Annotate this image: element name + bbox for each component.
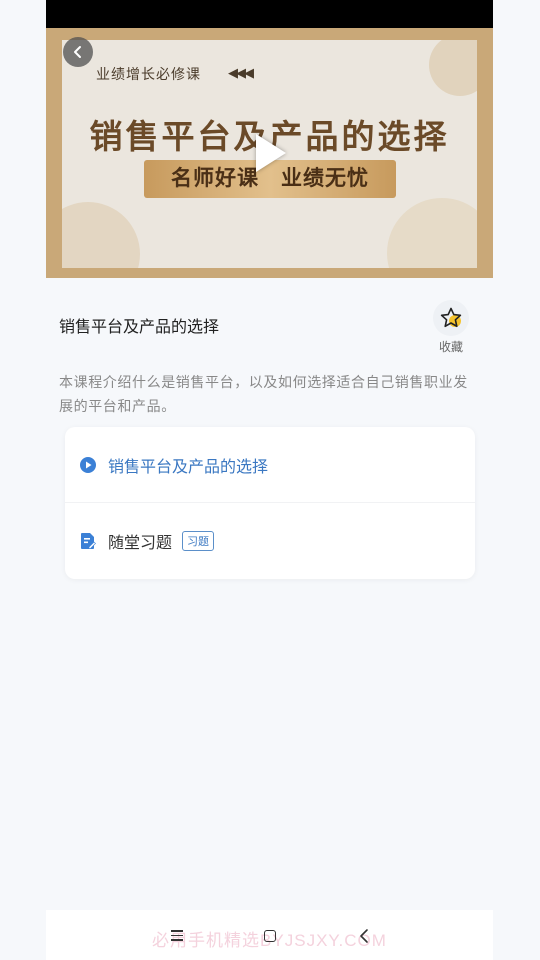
favorite-button[interactable]: 收藏 — [430, 300, 472, 355]
video-player[interactable]: 业绩增长必修课 ◀◀◀ 销售平台及产品的选择 名师好课 业绩无忧 — [46, 28, 493, 278]
decor-circle — [62, 202, 140, 268]
lesson-item-video[interactable]: 销售平台及产品的选择 — [65, 427, 475, 503]
back-icon[interactable] — [358, 928, 370, 944]
back-button[interactable] — [63, 37, 93, 67]
nav-buttons — [46, 910, 493, 960]
lesson-item-label: 随堂习题 — [108, 535, 173, 552]
lesson-list: 销售平台及产品的选择 随堂习题 习题 — [65, 427, 475, 579]
course-description: 本课程介绍什么是销售平台，以及如何选择适合自己销售职业发展的平台和产品。 — [59, 374, 468, 414]
play-icon[interactable] — [256, 134, 286, 172]
lesson-item-quiz[interactable]: 随堂习题 习题 — [65, 503, 475, 579]
menu-icon[interactable] — [171, 930, 183, 944]
favorite-icon-wrap — [433, 300, 469, 336]
play-circle-icon — [79, 456, 97, 474]
document-edit-icon — [79, 532, 97, 550]
arrows-icon: ◀◀◀ — [228, 65, 254, 80]
chevron-left-icon — [74, 46, 81, 58]
system-navigation-bar: 必用手机精选BYJSJXY.COM — [46, 910, 493, 960]
favorite-label: 收藏 — [438, 340, 463, 354]
video-cover-subtitle: 业绩增长必修课 — [96, 66, 201, 82]
star-icon — [440, 307, 462, 328]
status-bar — [46, 0, 493, 28]
decor-circle — [387, 198, 477, 268]
decor-circle — [429, 40, 477, 96]
home-icon[interactable] — [264, 930, 276, 942]
quiz-badge: 习题 — [182, 531, 215, 551]
app-screen: 业绩增长必修课 ◀◀◀ 销售平台及产品的选择 名师好课 业绩无忧 销售平台及产品… — [46, 0, 493, 960]
course-title: 销售平台及产品的选择 — [59, 319, 220, 336]
lesson-item-label: 销售平台及产品的选择 — [108, 458, 269, 476]
